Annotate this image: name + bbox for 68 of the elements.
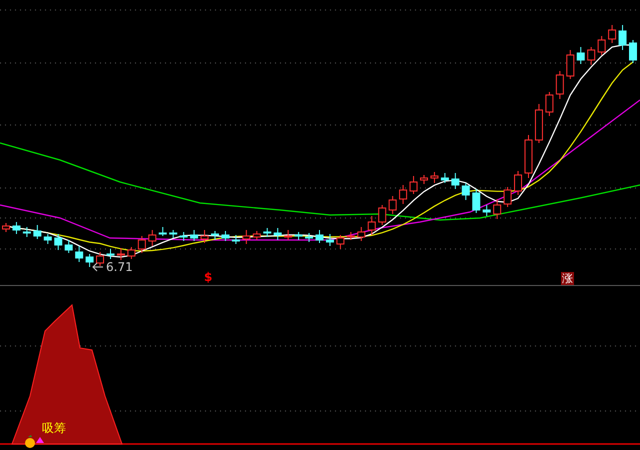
candlestick bbox=[211, 230, 219, 240]
candlestick bbox=[451, 172, 460, 190]
candlestick bbox=[587, 46, 596, 66]
candlestick bbox=[493, 198, 502, 220]
candlestick bbox=[472, 188, 480, 214]
candlestick bbox=[127, 246, 136, 260]
candlestick bbox=[180, 232, 188, 242]
candlestick bbox=[86, 254, 94, 268]
candlestick bbox=[158, 226, 167, 236]
candlestick bbox=[232, 234, 240, 244]
candlestick bbox=[2, 222, 10, 232]
candlestick bbox=[200, 230, 209, 244]
candlestick bbox=[482, 204, 491, 216]
candlestick bbox=[263, 228, 272, 238]
candlestick bbox=[12, 222, 20, 234]
candlestick bbox=[221, 230, 230, 242]
triangle-icon bbox=[36, 437, 44, 443]
candlestick bbox=[22, 226, 31, 238]
price-label: 6.71 bbox=[106, 260, 133, 274]
candlestick bbox=[566, 50, 574, 80]
candlestick bbox=[399, 184, 408, 204]
candlestick bbox=[545, 92, 554, 116]
candlestick bbox=[190, 230, 198, 242]
candlestick bbox=[378, 204, 386, 226]
arrow-icon bbox=[92, 262, 104, 272]
candlestick bbox=[148, 230, 156, 246]
candlestick bbox=[169, 230, 178, 238]
candlestick bbox=[388, 196, 397, 214]
candlestick bbox=[274, 228, 282, 240]
candlestick bbox=[242, 230, 250, 244]
candlestick bbox=[44, 234, 52, 244]
fruit-icon bbox=[25, 435, 35, 448]
candlestick bbox=[524, 134, 532, 178]
candlestick bbox=[284, 230, 292, 240]
candlestick bbox=[33, 224, 42, 240]
candlestick bbox=[138, 236, 146, 254]
candlestick bbox=[618, 24, 627, 50]
candlestick bbox=[420, 174, 428, 184]
candlestick bbox=[116, 248, 125, 260]
candlestick bbox=[305, 232, 314, 242]
candlestick bbox=[106, 248, 114, 260]
candlestick bbox=[316, 230, 324, 244]
candlestick bbox=[504, 186, 512, 208]
candlestick bbox=[462, 182, 470, 200]
candlestick bbox=[54, 234, 62, 250]
candlestick bbox=[368, 216, 376, 236]
candlestick bbox=[410, 176, 418, 194]
candlestick bbox=[430, 172, 438, 184]
candlestick bbox=[629, 40, 637, 64]
indicator-label: 吸筹 bbox=[42, 421, 66, 435]
candlestick bbox=[556, 70, 564, 100]
candlestick bbox=[576, 46, 585, 64]
candlestick bbox=[608, 24, 616, 44]
candlestick bbox=[440, 172, 449, 184]
candlestick bbox=[346, 232, 355, 240]
signal-marker: $ bbox=[204, 270, 212, 284]
candlestick bbox=[252, 230, 261, 240]
rise-badge: 涨 bbox=[561, 272, 574, 285]
candlestick bbox=[96, 252, 104, 266]
candlestick bbox=[598, 36, 606, 56]
candlestick bbox=[336, 234, 344, 250]
candlestick bbox=[514, 170, 522, 196]
candlestick bbox=[326, 234, 334, 246]
candlestick bbox=[75, 246, 84, 262]
candlestick bbox=[357, 226, 366, 242]
candlestick bbox=[64, 240, 73, 254]
candlestick bbox=[294, 232, 303, 240]
candlestick bbox=[534, 104, 543, 144]
